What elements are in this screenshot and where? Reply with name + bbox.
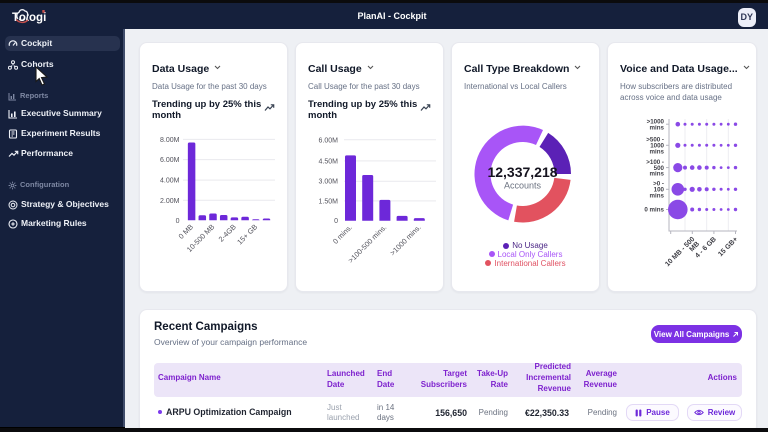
svg-text:8.00M: 8.00M xyxy=(160,137,180,144)
svg-text:0 MB: 0 MB xyxy=(177,222,196,241)
svg-text:12,337,218: 12,337,218 xyxy=(487,164,557,180)
svg-text:1.50M: 1.50M xyxy=(319,198,339,205)
svg-text:4.50M: 4.50M xyxy=(319,158,339,165)
svg-text:0: 0 xyxy=(334,218,338,225)
svg-text:6.00M: 6.00M xyxy=(160,157,180,164)
svg-text:>100 -500mins: >100 -500 mins xyxy=(646,159,664,178)
svg-text:2.00M: 2.00M xyxy=(160,198,180,205)
svg-text:Accounts: Accounts xyxy=(504,181,542,191)
svg-text:>0 -100mins: >0 -100 mins xyxy=(650,181,665,200)
svg-text:15+ GB: 15+ GB xyxy=(235,222,259,246)
svg-text:0 mins: 0 mins xyxy=(644,207,664,214)
svg-text:>1000 mins.: >1000 mins. xyxy=(388,223,423,258)
svg-text:3.00M: 3.00M xyxy=(319,179,339,186)
svg-text:>1000mins: >1000 mins xyxy=(647,119,665,132)
svg-text:6.00M: 6.00M xyxy=(319,137,339,144)
svg-text:0 mins.: 0 mins. xyxy=(331,223,354,246)
svg-text:>500 -1000mins: >500 -1000 mins xyxy=(646,137,664,156)
svg-text:4.00M: 4.00M xyxy=(160,178,180,185)
svg-text:0: 0 xyxy=(176,218,180,225)
svg-text:15 GB+: 15 GB+ xyxy=(717,236,739,258)
